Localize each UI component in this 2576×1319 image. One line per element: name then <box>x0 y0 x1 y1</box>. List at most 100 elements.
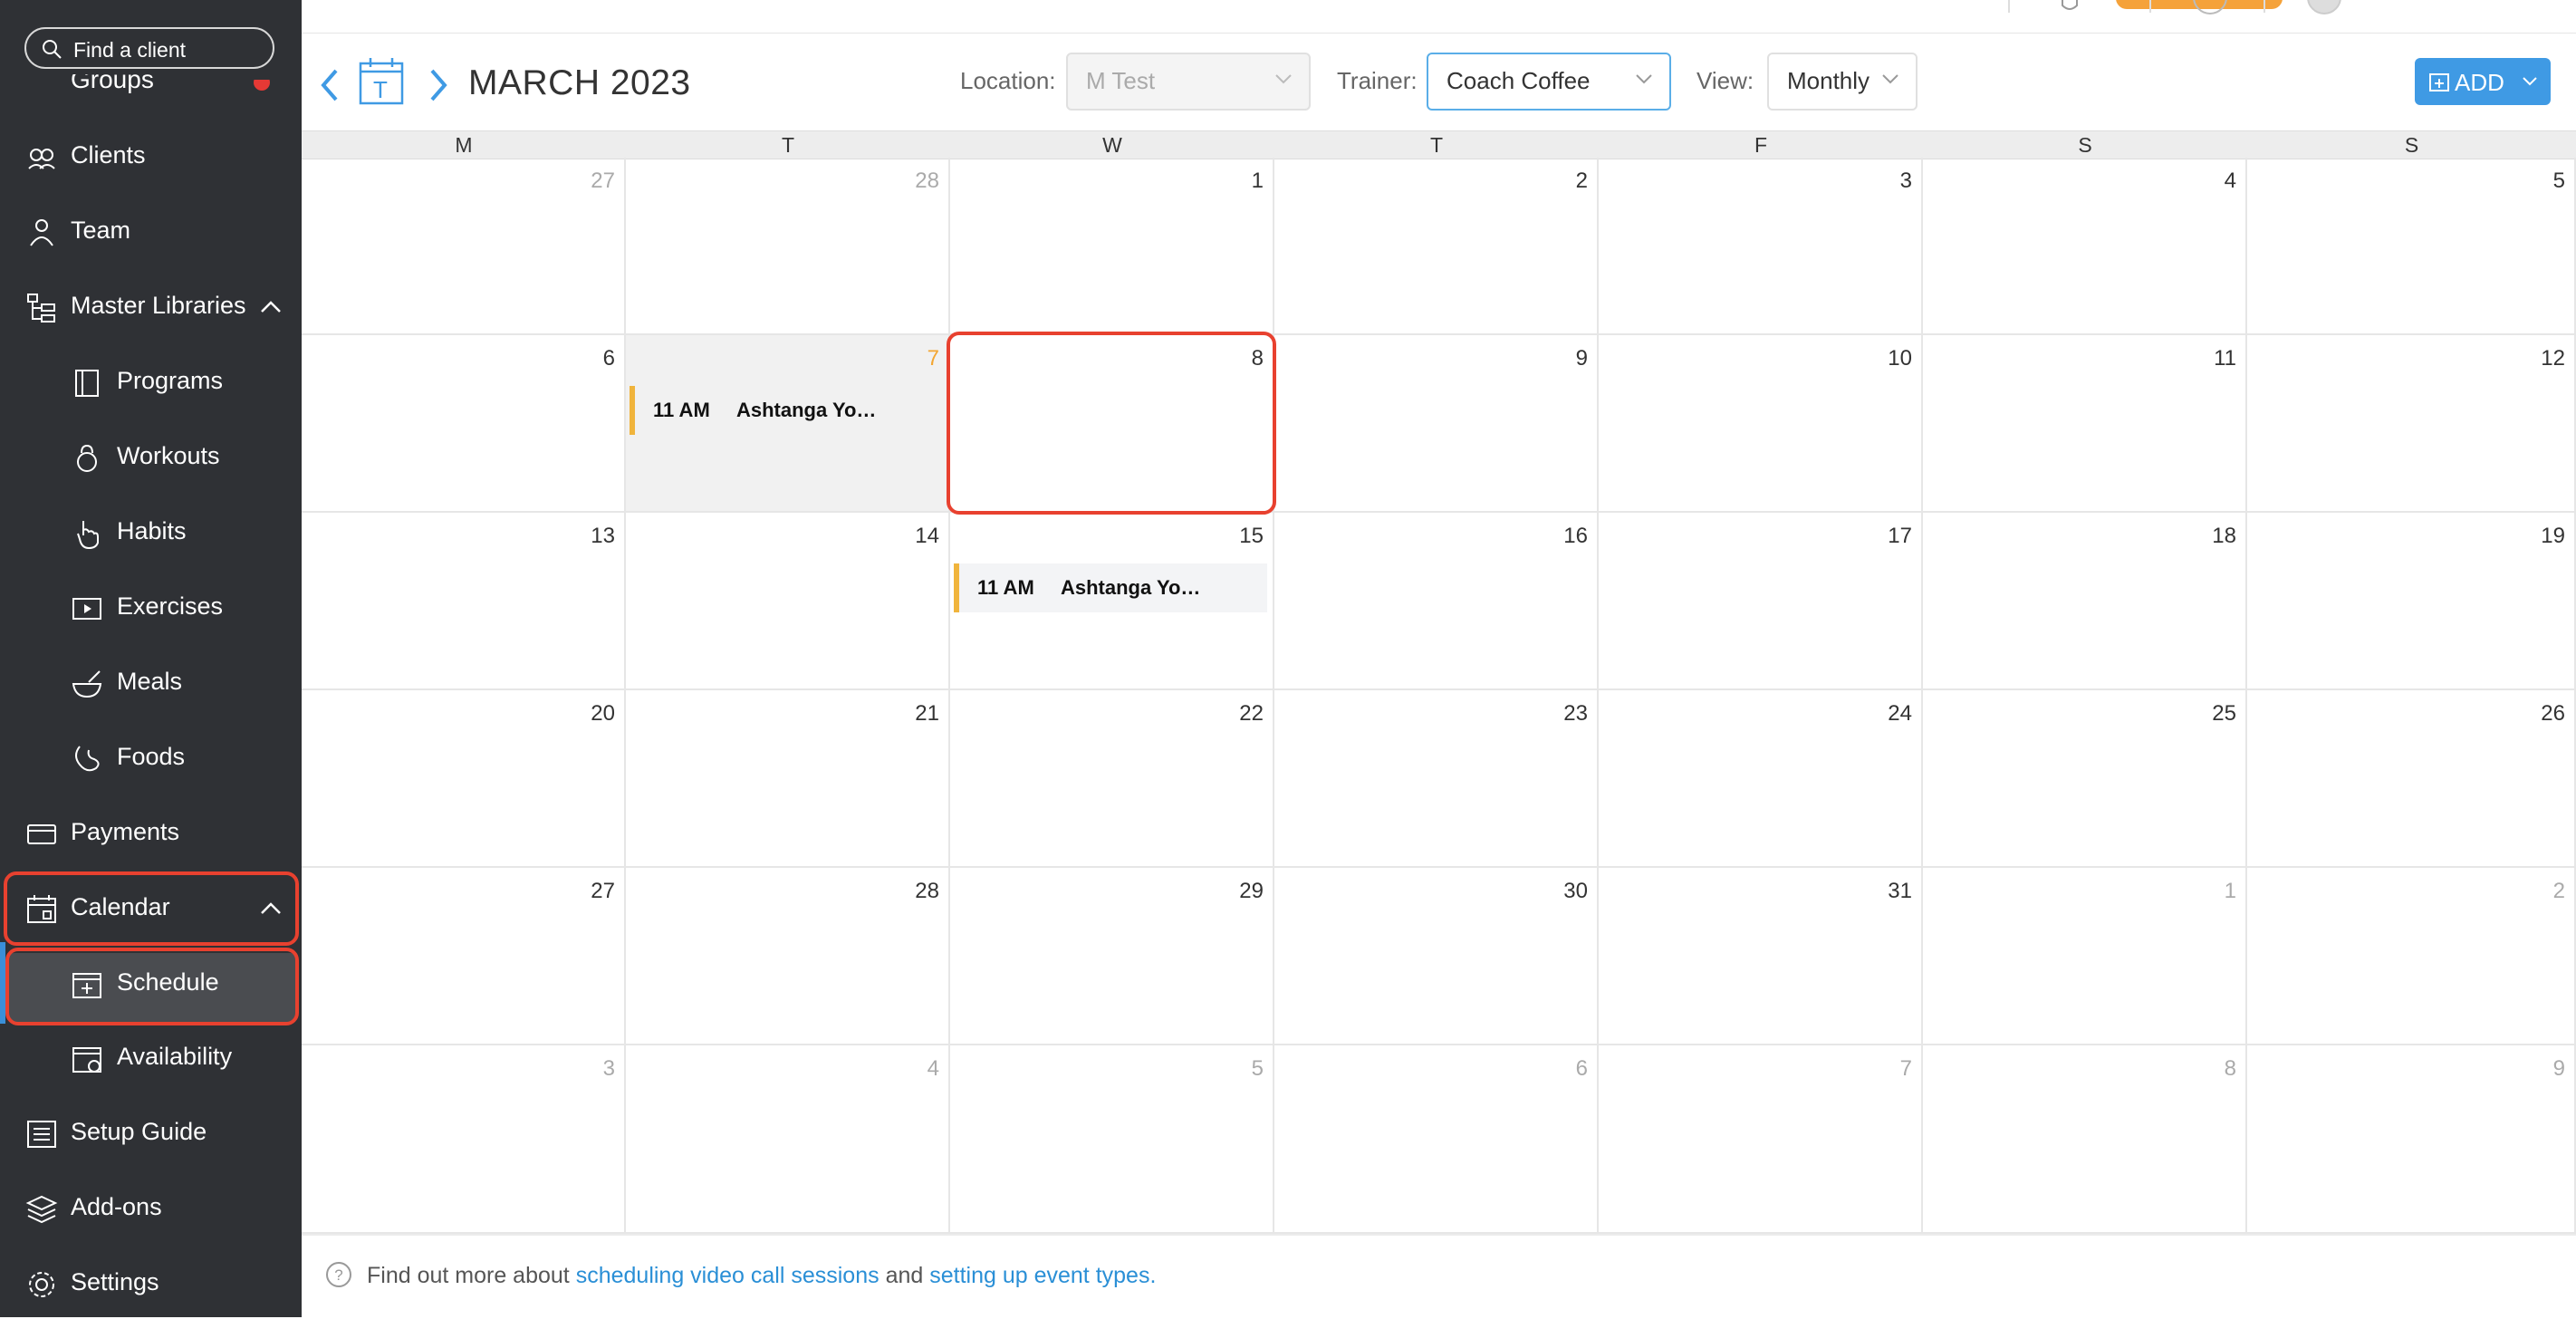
sidebar-item-availability[interactable]: Availability <box>0 1025 302 1088</box>
sidebar-item-label: Meals <box>117 668 183 695</box>
help-icon: ? <box>326 1262 351 1287</box>
weekday-label: S <box>2404 133 2419 157</box>
day-number: 16 <box>1563 524 1588 548</box>
sidebar-item-label: Setup Guide <box>71 1118 207 1145</box>
day-cell[interactable]: 22 <box>950 690 1274 868</box>
day-cell[interactable]: 18 <box>1923 513 2247 690</box>
day-cell[interactable]: 29 <box>950 868 1274 1045</box>
day-cell[interactable]: 14 <box>626 513 950 690</box>
day-cell[interactable]: 6 <box>302 335 626 513</box>
day-cell[interactable]: 8 <box>1923 1045 2247 1234</box>
day-cell[interactable]: 19 <box>2247 513 2576 690</box>
day-number: 4 <box>927 1056 939 1081</box>
day-number: 23 <box>1563 701 1588 726</box>
day-cell[interactable]: 24 <box>1599 690 1923 868</box>
prev-month-icon[interactable] <box>316 67 343 103</box>
day-cell[interactable]: 30 <box>1274 868 1599 1045</box>
day-number: 4 <box>2224 168 2236 193</box>
day-cell[interactable]: 27 <box>302 868 626 1045</box>
sidebar-item-addons[interactable]: Add-ons <box>0 1175 302 1238</box>
sidebar-item-master-libraries[interactable]: Master Libraries <box>0 274 302 337</box>
day-cell[interactable]: 12 <box>2247 335 2576 513</box>
day-number: 8 <box>2224 1056 2236 1081</box>
sidebar-item-workouts[interactable]: Workouts <box>0 424 302 487</box>
event-name: Ashtanga Yo… <box>1061 576 1201 599</box>
day-cell[interactable]: 1 <box>950 158 1274 335</box>
day-number: 3 <box>602 1056 615 1081</box>
day-cell[interactable]: 7 <box>1599 1045 1923 1234</box>
today-button[interactable]: T <box>358 56 405 107</box>
chevron-up-icon[interactable] <box>259 295 283 319</box>
day-number: 31 <box>1888 879 1912 903</box>
day-cell[interactable]: 21 <box>626 690 950 868</box>
client-search[interactable]: Find a client <box>24 27 274 69</box>
sidebar-item-clients[interactable]: Clients <box>0 123 302 187</box>
day-number: 2 <box>2552 879 2565 903</box>
calendar-event[interactable]: 11 AM Ashtanga Yo… <box>630 386 943 435</box>
help-middle: and <box>879 1263 930 1288</box>
sidebar-item-label: Exercises <box>117 592 224 620</box>
view-select[interactable]: Monthly <box>1767 53 1918 111</box>
day-cell[interactable]: 25 <box>1923 690 2247 868</box>
trainer-select[interactable]: Coach Coffee <box>1427 53 1671 111</box>
day-cell[interactable]: 2 <box>1274 158 1599 335</box>
sidebar-item-groups-partial[interactable]: Groups <box>71 74 154 94</box>
day-cell[interactable]: 26 <box>2247 690 2576 868</box>
search-placeholder: Find a client <box>73 38 187 62</box>
day-cell[interactable]: 7 11 AM Ashtanga Yo… <box>626 335 950 513</box>
sidebar-item-meals[interactable]: Meals <box>0 650 302 713</box>
bell-icon[interactable] <box>2059 0 2081 13</box>
day-cell[interactable]: 16 <box>1274 513 1599 690</box>
habits-icon <box>77 521 99 550</box>
day-cell[interactable]: 9 <box>1274 335 1599 513</box>
day-cell[interactable]: 2 <box>2247 868 2576 1045</box>
settings-icon <box>29 1272 54 1297</box>
day-cell[interactable]: 28 <box>626 868 950 1045</box>
day-cell[interactable]: 11 <box>1923 335 2247 513</box>
avatar[interactable] <box>2307 0 2341 14</box>
sidebar-item-payments[interactable]: Payments <box>0 800 302 863</box>
day-cell[interactable]: 6 <box>1274 1045 1599 1234</box>
day-cell[interactable]: 3 <box>1599 158 1923 335</box>
video-sessions-link[interactable]: scheduling video call sessions <box>576 1263 879 1288</box>
day-number: 14 <box>915 524 939 548</box>
sidebar-item-foods[interactable]: Foods <box>0 725 302 788</box>
day-cell[interactable]: 31 <box>1599 868 1923 1045</box>
event-types-link[interactable]: setting up event types. <box>929 1263 1156 1288</box>
sidebar-item-setup-guide[interactable]: Setup Guide <box>0 1100 302 1163</box>
day-cell[interactable]: 9 <box>2247 1045 2576 1234</box>
help-icon[interactable] <box>2193 0 2227 14</box>
day-cell[interactable]: 1 <box>1923 868 2247 1045</box>
day-cell[interactable]: 13 <box>302 513 626 690</box>
location-select[interactable]: M Test <box>1066 53 1311 111</box>
sidebar-item-habits[interactable]: Habits <box>0 499 302 563</box>
weekday-label: T <box>781 133 795 157</box>
day-cell[interactable]: 15 11 AM Ashtanga Yo… <box>950 513 1274 690</box>
day-cell[interactable]: 3 <box>302 1045 626 1234</box>
day-cell[interactable]: 5 <box>2247 158 2576 335</box>
day-cell[interactable]: 23 <box>1274 690 1599 868</box>
day-cell[interactable]: 20 <box>302 690 626 868</box>
divider <box>2008 0 2010 13</box>
chevron-down-icon <box>1636 74 1652 84</box>
day-cell[interactable]: 5 <box>950 1045 1274 1234</box>
event-time: 11 AM <box>977 576 1034 599</box>
day-cell[interactable]: 27 <box>302 158 626 335</box>
day-number: 17 <box>1888 524 1912 548</box>
next-month-icon[interactable] <box>425 67 452 103</box>
divider <box>2264 0 2265 13</box>
location-label: Location: <box>960 67 1056 94</box>
svg-text:?: ? <box>334 1266 342 1284</box>
calendar-event[interactable]: 11 AM Ashtanga Yo… <box>954 563 1267 612</box>
sidebar-item-settings[interactable]: Settings <box>0 1250 302 1314</box>
day-cell[interactable]: 28 <box>626 158 950 335</box>
sidebar-item-exercises[interactable]: Exercises <box>0 574 302 638</box>
sidebar-item-team[interactable]: Team <box>0 198 302 262</box>
sidebar-item-programs[interactable]: Programs <box>0 349 302 412</box>
clients-icon <box>28 149 55 169</box>
day-cell[interactable]: 4 <box>626 1045 950 1234</box>
day-cell[interactable]: 4 <box>1923 158 2247 335</box>
add-button[interactable]: ADD <box>2415 58 2551 105</box>
day-cell[interactable]: 17 <box>1599 513 1923 690</box>
day-cell[interactable]: 10 <box>1599 335 1923 513</box>
